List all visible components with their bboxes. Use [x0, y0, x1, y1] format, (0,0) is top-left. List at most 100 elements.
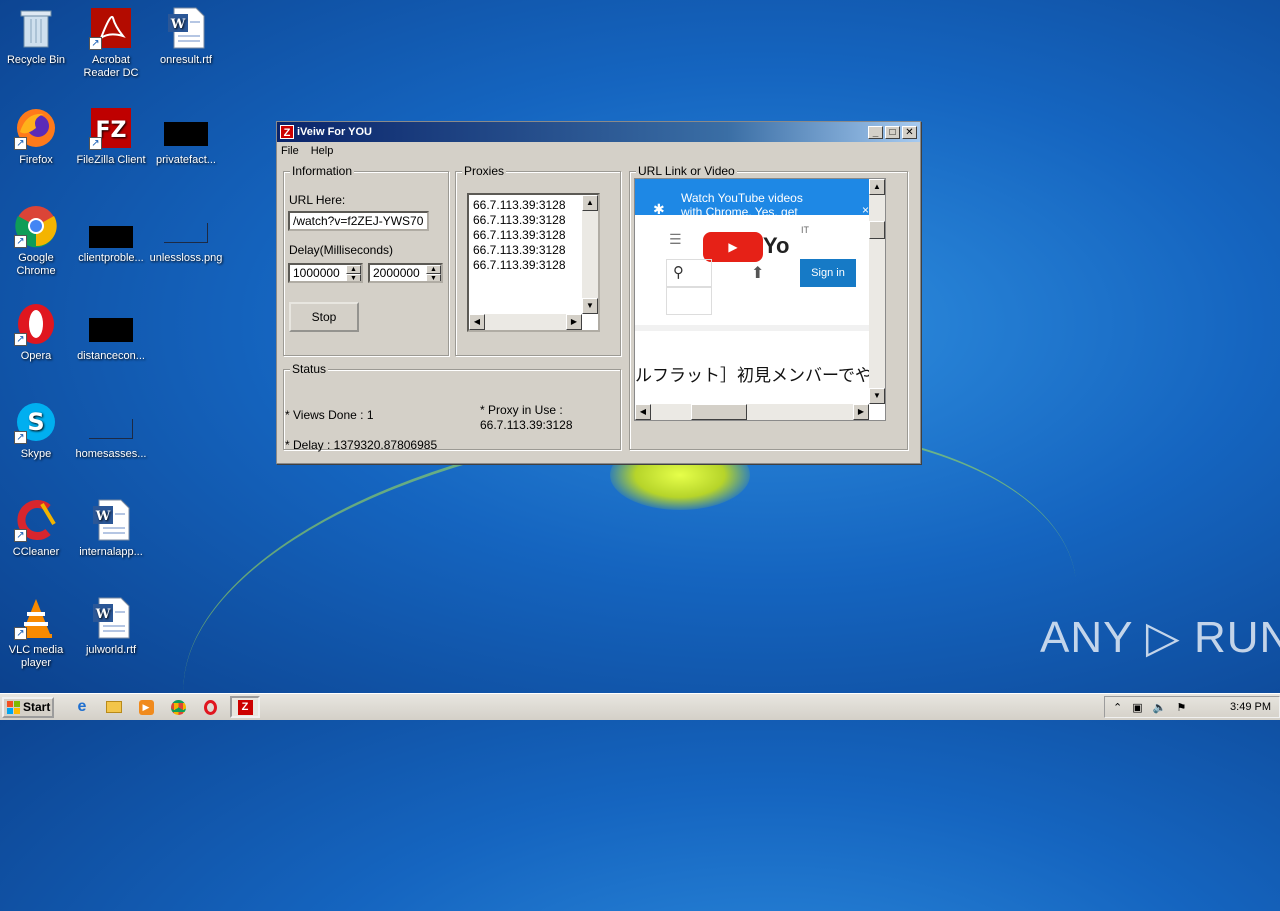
shortcut-arrow-icon: ↗	[14, 431, 27, 444]
scroll-up-icon[interactable]: ▲	[582, 195, 598, 211]
proxy-list-vscroll[interactable]: ▲ ▼	[582, 195, 598, 314]
desktop-icon-vlc[interactable]: ↗ VLC media player	[0, 596, 74, 670]
status-title: Status	[290, 362, 329, 376]
opera-taskbar-icon[interactable]	[198, 696, 222, 718]
taskbar: Start e ▶ Z ⌃ ▣ 🔈 ⚑ 3:49 PM	[0, 693, 1280, 720]
scroll-thumb[interactable]	[691, 404, 747, 420]
word-document-icon: W	[164, 6, 208, 50]
minimize-button[interactable]: _	[868, 125, 883, 139]
scroll-thumb[interactable]	[869, 221, 885, 239]
youtube-logo-icon[interactable]: ▶	[703, 232, 763, 262]
desktop-icon-internalapp[interactable]: W internalapp...	[73, 498, 149, 559]
redacted-file-icon	[164, 106, 208, 150]
search-icon[interactable]: ⚲	[666, 259, 712, 287]
spin-down-icon[interactable]: ▼	[346, 274, 361, 281]
window-title: iVeiw For YOU	[297, 126, 372, 138]
desktop-icon-homesasses[interactable]: homesasses...	[73, 400, 149, 461]
desktop-icon-skype[interactable]: S ↗ Skype	[0, 400, 74, 461]
delay-status: * Delay : 1379320.87806985	[285, 438, 438, 452]
video-title[interactable]: ルフラット］初見メンバーでやる	[635, 361, 885, 386]
blank-image-icon	[164, 204, 208, 248]
iview-window: Z iVeiw For YOU _ □ ✕ File Help Informat…	[276, 121, 921, 464]
proxy-list[interactable]: 66.7.113.39:3128 66.7.113.39:3128 66.7.1…	[467, 193, 600, 332]
list-item[interactable]: 66.7.113.39:3128	[469, 258, 598, 273]
chrome-promo-banner: ✱ Watch YouTube videos with Chrome. Yes,…	[635, 179, 885, 219]
scroll-up-icon[interactable]: ▲	[869, 179, 885, 195]
filezilla-icon: FZ ↗	[89, 106, 133, 150]
browser-hscroll[interactable]: ◀ ▶	[635, 404, 869, 420]
network-icon[interactable]: ▣	[1132, 701, 1142, 714]
iview-taskbar-button[interactable]: Z	[230, 696, 260, 718]
scroll-right-icon[interactable]: ▶	[853, 404, 869, 420]
media-player-icon[interactable]: ▶	[134, 696, 158, 718]
scroll-left-icon[interactable]: ◀	[469, 314, 485, 330]
scroll-left-icon[interactable]: ◀	[635, 404, 651, 420]
list-item[interactable]: 66.7.113.39:3128	[469, 243, 598, 258]
scroll-down-icon[interactable]: ▼	[869, 388, 885, 404]
show-hidden-icons-icon[interactable]: ⌃	[1113, 701, 1122, 714]
search-input[interactable]	[666, 287, 712, 315]
menu-file[interactable]: File	[281, 145, 299, 157]
shortcut-arrow-icon: ↗	[89, 137, 102, 150]
list-item[interactable]: 66.7.113.39:3128	[469, 213, 598, 228]
spin-up-icon[interactable]: ▲	[426, 265, 441, 274]
close-button[interactable]: ✕	[902, 125, 917, 139]
svg-text:W: W	[95, 607, 111, 622]
file-explorer-icon[interactable]	[102, 696, 126, 718]
chrome-taskbar-icon[interactable]	[166, 696, 190, 718]
acrobat-icon: ↗	[89, 6, 133, 50]
browser-vscroll[interactable]: ▲ ▼	[869, 179, 885, 404]
information-group: Information URL Here: /watch?v=f2ZEJ-YWS…	[283, 164, 449, 356]
list-item[interactable]: 66.7.113.39:3128	[469, 228, 598, 243]
region-code: IT	[801, 225, 809, 235]
maximize-button[interactable]: □	[885, 125, 900, 139]
desktop-icon-firefox[interactable]: ↗ Firefox	[0, 106, 74, 167]
desktop-icon-opera[interactable]: ↗ Opera	[0, 302, 74, 363]
svg-text:W: W	[170, 17, 186, 32]
desktop-icon-onresult[interactable]: W onresult.rtf	[148, 6, 224, 67]
delay-max-value: 2000000	[373, 266, 420, 280]
clock[interactable]: 3:49 PM	[1230, 701, 1271, 713]
delay-max-stepper[interactable]: 2000000 ▲ ▼	[368, 263, 443, 283]
youtube-header: ☰ ▶ Yo IT ⚲ ⬆ Sign in	[635, 215, 885, 325]
desktop-icon-privatefact[interactable]: privatefact...	[148, 106, 224, 167]
desktop-icon-recycle-bin[interactable]: Recycle Bin	[0, 6, 74, 67]
url-label: URL Here:	[289, 193, 346, 207]
shortcut-arrow-icon: ↗	[14, 333, 27, 346]
spin-down-icon[interactable]: ▼	[426, 274, 441, 281]
desktop-icon-filezilla[interactable]: FZ ↗ FileZilla Client	[73, 106, 149, 167]
blank-file-icon	[89, 400, 133, 444]
action-center-flag-icon[interactable]: ⚑	[1176, 701, 1186, 714]
spin-up-icon[interactable]: ▲	[346, 265, 361, 274]
desktop-icon-clientproble[interactable]: clientproble...	[73, 204, 149, 265]
desktop-icon-ccleaner[interactable]: ↗ CCleaner	[0, 498, 74, 559]
divider	[635, 325, 885, 331]
recycle-bin-icon	[14, 6, 58, 50]
sign-in-button[interactable]: Sign in	[800, 259, 856, 287]
volume-icon[interactable]: 🔈	[1153, 701, 1167, 714]
hamburger-menu-icon[interactable]: ☰	[669, 231, 682, 248]
url-link-title: URL Link or Video	[636, 164, 737, 178]
app-logo-icon: Z	[280, 125, 294, 139]
desktop-icon-distancecon[interactable]: distancecon...	[73, 302, 149, 363]
stop-button[interactable]: Stop	[289, 302, 359, 332]
url-input[interactable]: /watch?v=f2ZEJ-YWS70	[288, 211, 429, 231]
menu-help[interactable]: Help	[311, 145, 334, 157]
desktop-icon-acrobat[interactable]: ↗ Acrobat Reader DC	[73, 6, 149, 80]
desktop-icon-chrome[interactable]: ↗ Google Chrome	[0, 204, 74, 278]
scroll-right-icon[interactable]: ▶	[566, 314, 582, 330]
delay-min-stepper[interactable]: 1000000 ▲ ▼	[288, 263, 363, 283]
window-titlebar[interactable]: Z iVeiw For YOU _ □ ✕	[277, 122, 920, 142]
proxy-list-hscroll[interactable]: ◀ ▶	[469, 314, 582, 330]
vlc-icon: ↗	[14, 596, 58, 640]
embedded-browser[interactable]: ✱ Watch YouTube videos with Chrome. Yes,…	[634, 178, 886, 421]
start-label: Start	[23, 700, 51, 714]
scroll-down-icon[interactable]: ▼	[582, 298, 598, 314]
desktop-icon-unlessloss[interactable]: unlessloss.png	[148, 204, 224, 265]
desktop-icon-julworld[interactable]: W julworld.rtf	[73, 596, 149, 657]
shortcut-arrow-icon: ↗	[14, 235, 27, 248]
list-item[interactable]: 66.7.113.39:3128	[469, 198, 598, 213]
start-button[interactable]: Start	[2, 696, 54, 718]
upload-icon[interactable]: ⬆	[751, 263, 764, 283]
internet-explorer-icon[interactable]: e	[70, 696, 94, 718]
